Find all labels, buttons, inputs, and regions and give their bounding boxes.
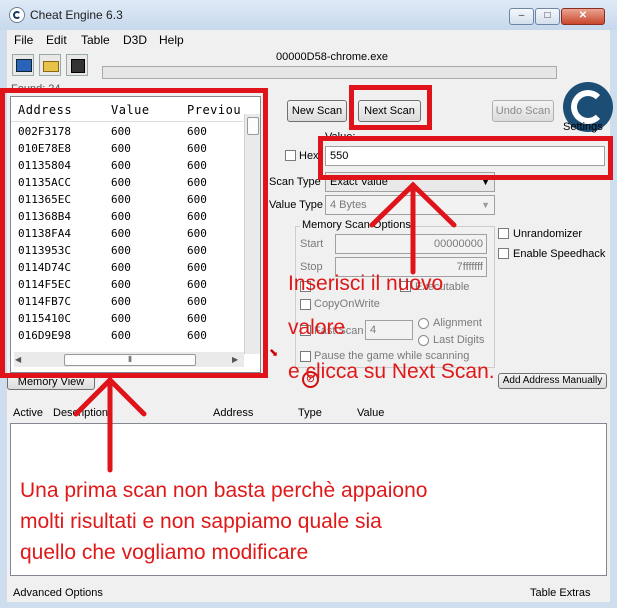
annotation-right-line-1: Inserisci il nuovo [288,272,444,295]
annotation-bottom-line-2: molti risultati e non sappiamo quale sia [20,510,382,533]
annotation-right-line-3: e clicca su Next Scan. [288,360,495,383]
annotation-right-line-2: valore [288,316,346,339]
annotation-bottom-line-3: quello che vogliamo modificare [20,541,309,564]
annotation-bottom-line-1: Una prima scan non basta perchè appaiono [20,479,428,502]
